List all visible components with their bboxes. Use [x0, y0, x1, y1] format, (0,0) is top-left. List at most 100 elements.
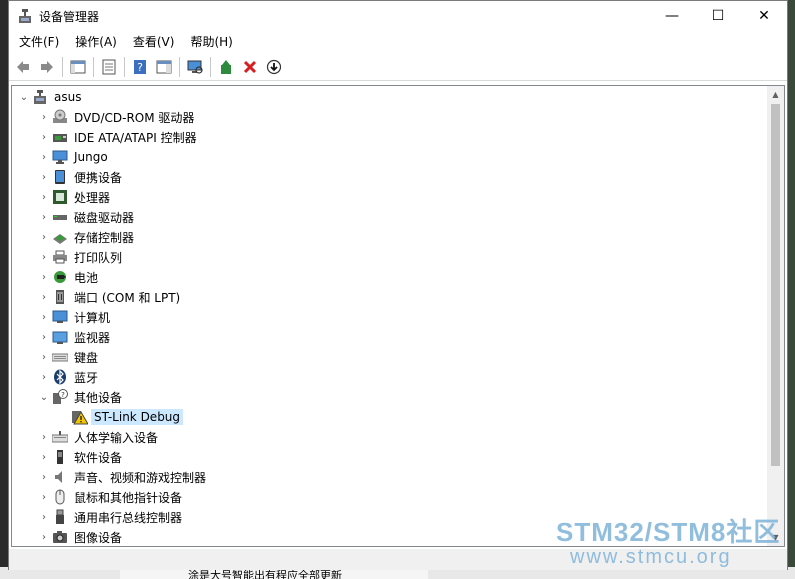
expand-arrow-icon[interactable]: ›	[36, 107, 52, 127]
expand-arrow-icon[interactable]: ›	[36, 447, 52, 467]
device-manager-window: 设备管理器 — ☐ ✕ 文件(F) 操作(A) 查看(V) 帮助(H) ? ⌄	[8, 0, 788, 570]
tree-item-dvd[interactable]: › DVD/CD-ROM 驱动器	[36, 107, 194, 127]
tree-item-label: IDE ATA/ATAPI 控制器	[74, 130, 197, 145]
tree-item-jungo[interactable]: › Jungo	[36, 147, 108, 167]
expand-arrow-icon[interactable]: ›	[36, 307, 52, 327]
toolbar-separator	[179, 56, 180, 77]
expand-arrow-icon[interactable]: ›	[36, 367, 52, 387]
tree-item-bluetooth[interactable]: › 蓝牙	[36, 367, 98, 387]
tree-item-print-queue[interactable]: › 打印队列	[36, 247, 122, 267]
scan-hardware-icon[interactable]	[183, 56, 206, 78]
tree-item-other-devices[interactable]: ⌄? 其他设备	[36, 387, 122, 407]
tree-item-st-link-debug[interactable]: ST-Link Debug	[56, 407, 184, 427]
expand-arrow-icon[interactable]: ›	[36, 287, 52, 307]
tree-item-ports[interactable]: › 端口 (COM 和 LPT)	[36, 287, 180, 307]
menu-bar: 文件(F) 操作(A) 查看(V) 帮助(H)	[9, 31, 787, 53]
back-icon[interactable]	[11, 56, 34, 78]
menu-file[interactable]: 文件(F)	[11, 31, 67, 53]
expand-arrow-icon[interactable]: ›	[36, 207, 52, 227]
tree-root-label: asus	[54, 90, 82, 104]
background-window-text: 涂是大号智能出有程应全部更新	[188, 570, 342, 579]
expand-arrow-icon[interactable]: ›	[36, 347, 52, 367]
tree-item-label: 键盘	[74, 350, 99, 365]
expand-arrow-icon[interactable]: ›	[36, 467, 52, 487]
tree-item-keyboard[interactable]: › 键盘	[36, 347, 98, 367]
tree-item-ide[interactable]: › IDE ATA/ATAPI 控制器	[36, 127, 197, 147]
tree-item-disk[interactable]: › 磁盘驱动器	[36, 207, 134, 227]
expand-arrow-icon[interactable]: ›	[36, 187, 52, 207]
tree-item-label: 鼠标和其他指针设备	[74, 490, 183, 505]
tree-item-imaging[interactable]: › 图像设备	[36, 527, 122, 546]
device-manager-app-icon	[17, 8, 33, 24]
scroll-up-arrow-icon[interactable]: ▲	[767, 86, 784, 103]
tree-item-label: 声音、视频和游戏控制器	[74, 470, 207, 485]
expand-arrow-icon[interactable]: ›	[36, 167, 52, 187]
hid-icon	[51, 429, 69, 445]
mouse-icon	[52, 489, 68, 505]
storage-controller-icon	[52, 229, 68, 245]
show-hide-console-tree-icon[interactable]	[66, 56, 89, 78]
tree-item-label: 磁盘驱动器	[74, 210, 135, 225]
tree-item-label: 监视器	[74, 330, 111, 345]
tree-item-mouse[interactable]: › 鼠标和其他指针设备	[36, 487, 182, 507]
expand-arrow-icon[interactable]: ›	[36, 507, 52, 527]
toolbar-separator	[93, 56, 94, 77]
computer-icon	[52, 309, 68, 325]
menu-help[interactable]: 帮助(H)	[182, 31, 240, 53]
tree-item-portable[interactable]: › 便携设备	[36, 167, 122, 187]
scrollbar-thumb[interactable]	[771, 104, 780, 466]
action-pane-icon[interactable]	[152, 56, 175, 78]
help-icon[interactable]: ?	[128, 56, 151, 78]
tree-item-label: ST-Link Debug	[91, 409, 184, 425]
toolbar-separator	[210, 56, 211, 77]
other-devices-icon: ?	[52, 389, 68, 405]
expand-arrow-icon[interactable]: ›	[36, 127, 52, 147]
expand-arrow-icon[interactable]: ›	[36, 247, 52, 267]
tree-root-asus[interactable]: ⌄ asus	[16, 87, 81, 107]
tree-item-label: 其他设备	[74, 390, 123, 405]
menu-action[interactable]: 操作(A)	[67, 31, 125, 53]
collapse-arrow-icon[interactable]: ⌄	[16, 87, 32, 107]
watermark-url: www.stmcu.org	[570, 546, 732, 568]
expand-arrow-icon[interactable]: ›	[36, 527, 52, 546]
tree-item-label: 存储控制器	[74, 230, 135, 245]
tree-item-monitor[interactable]: › 监视器	[36, 327, 110, 347]
menu-view[interactable]: 查看(V)	[125, 31, 183, 53]
tree-item-label: 电池	[74, 270, 99, 285]
title-bar[interactable]: 设备管理器 — ☐ ✕	[9, 1, 787, 31]
collapse-arrow-icon[interactable]: ⌄	[36, 387, 52, 407]
tree-item-software-device[interactable]: › 软件设备	[36, 447, 122, 467]
expand-arrow-icon[interactable]: ›	[36, 327, 52, 347]
toolbar-separator	[62, 56, 63, 77]
expand-arrow-icon[interactable]: ›	[36, 487, 52, 507]
background-window-strip: 涂是大号智能出有程应全部更新	[120, 570, 428, 579]
tree-item-label: 打印队列	[74, 250, 123, 265]
forward-icon[interactable]	[35, 56, 58, 78]
tree-item-sound[interactable]: › 声音、视频和游戏控制器	[36, 467, 206, 487]
warning-device-icon	[72, 409, 89, 425]
tree-item-storage[interactable]: › 存储控制器	[36, 227, 134, 247]
minimize-button[interactable]: —	[649, 1, 695, 31]
sound-icon	[52, 469, 68, 485]
properties-icon[interactable]	[97, 56, 120, 78]
expand-arrow-icon[interactable]: ›	[36, 427, 52, 447]
disable-icon[interactable]	[262, 56, 285, 78]
tree-item-computer[interactable]: › 计算机	[36, 307, 110, 327]
portable-device-icon	[52, 169, 68, 185]
watermark-title: STM32/STM8社区	[556, 517, 781, 547]
uninstall-icon[interactable]	[238, 56, 261, 78]
update-driver-icon[interactable]	[214, 56, 237, 78]
tree-item-battery[interactable]: › 电池	[36, 267, 98, 287]
tree-item-usb[interactable]: › 通用串行总线控制器	[36, 507, 182, 527]
expand-arrow-icon[interactable]: ›	[36, 227, 52, 247]
tree-item-hid[interactable]: › 人体学输入设备	[36, 427, 158, 447]
expand-arrow-icon[interactable]: ›	[36, 147, 52, 167]
tree-item-processor[interactable]: › 处理器	[36, 187, 110, 207]
tree-item-label: 人体学输入设备	[74, 430, 159, 445]
expand-arrow-icon[interactable]: ›	[36, 267, 52, 287]
vertical-scrollbar[interactable]: ▲ ▼	[767, 86, 784, 546]
maximize-button[interactable]: ☐	[695, 1, 741, 31]
device-tree: ⌄ asus › DVD/CD-ROM 驱动器 › IDE ATA/ATAPI 控制…	[12, 86, 768, 546]
close-button[interactable]: ✕	[741, 1, 787, 31]
